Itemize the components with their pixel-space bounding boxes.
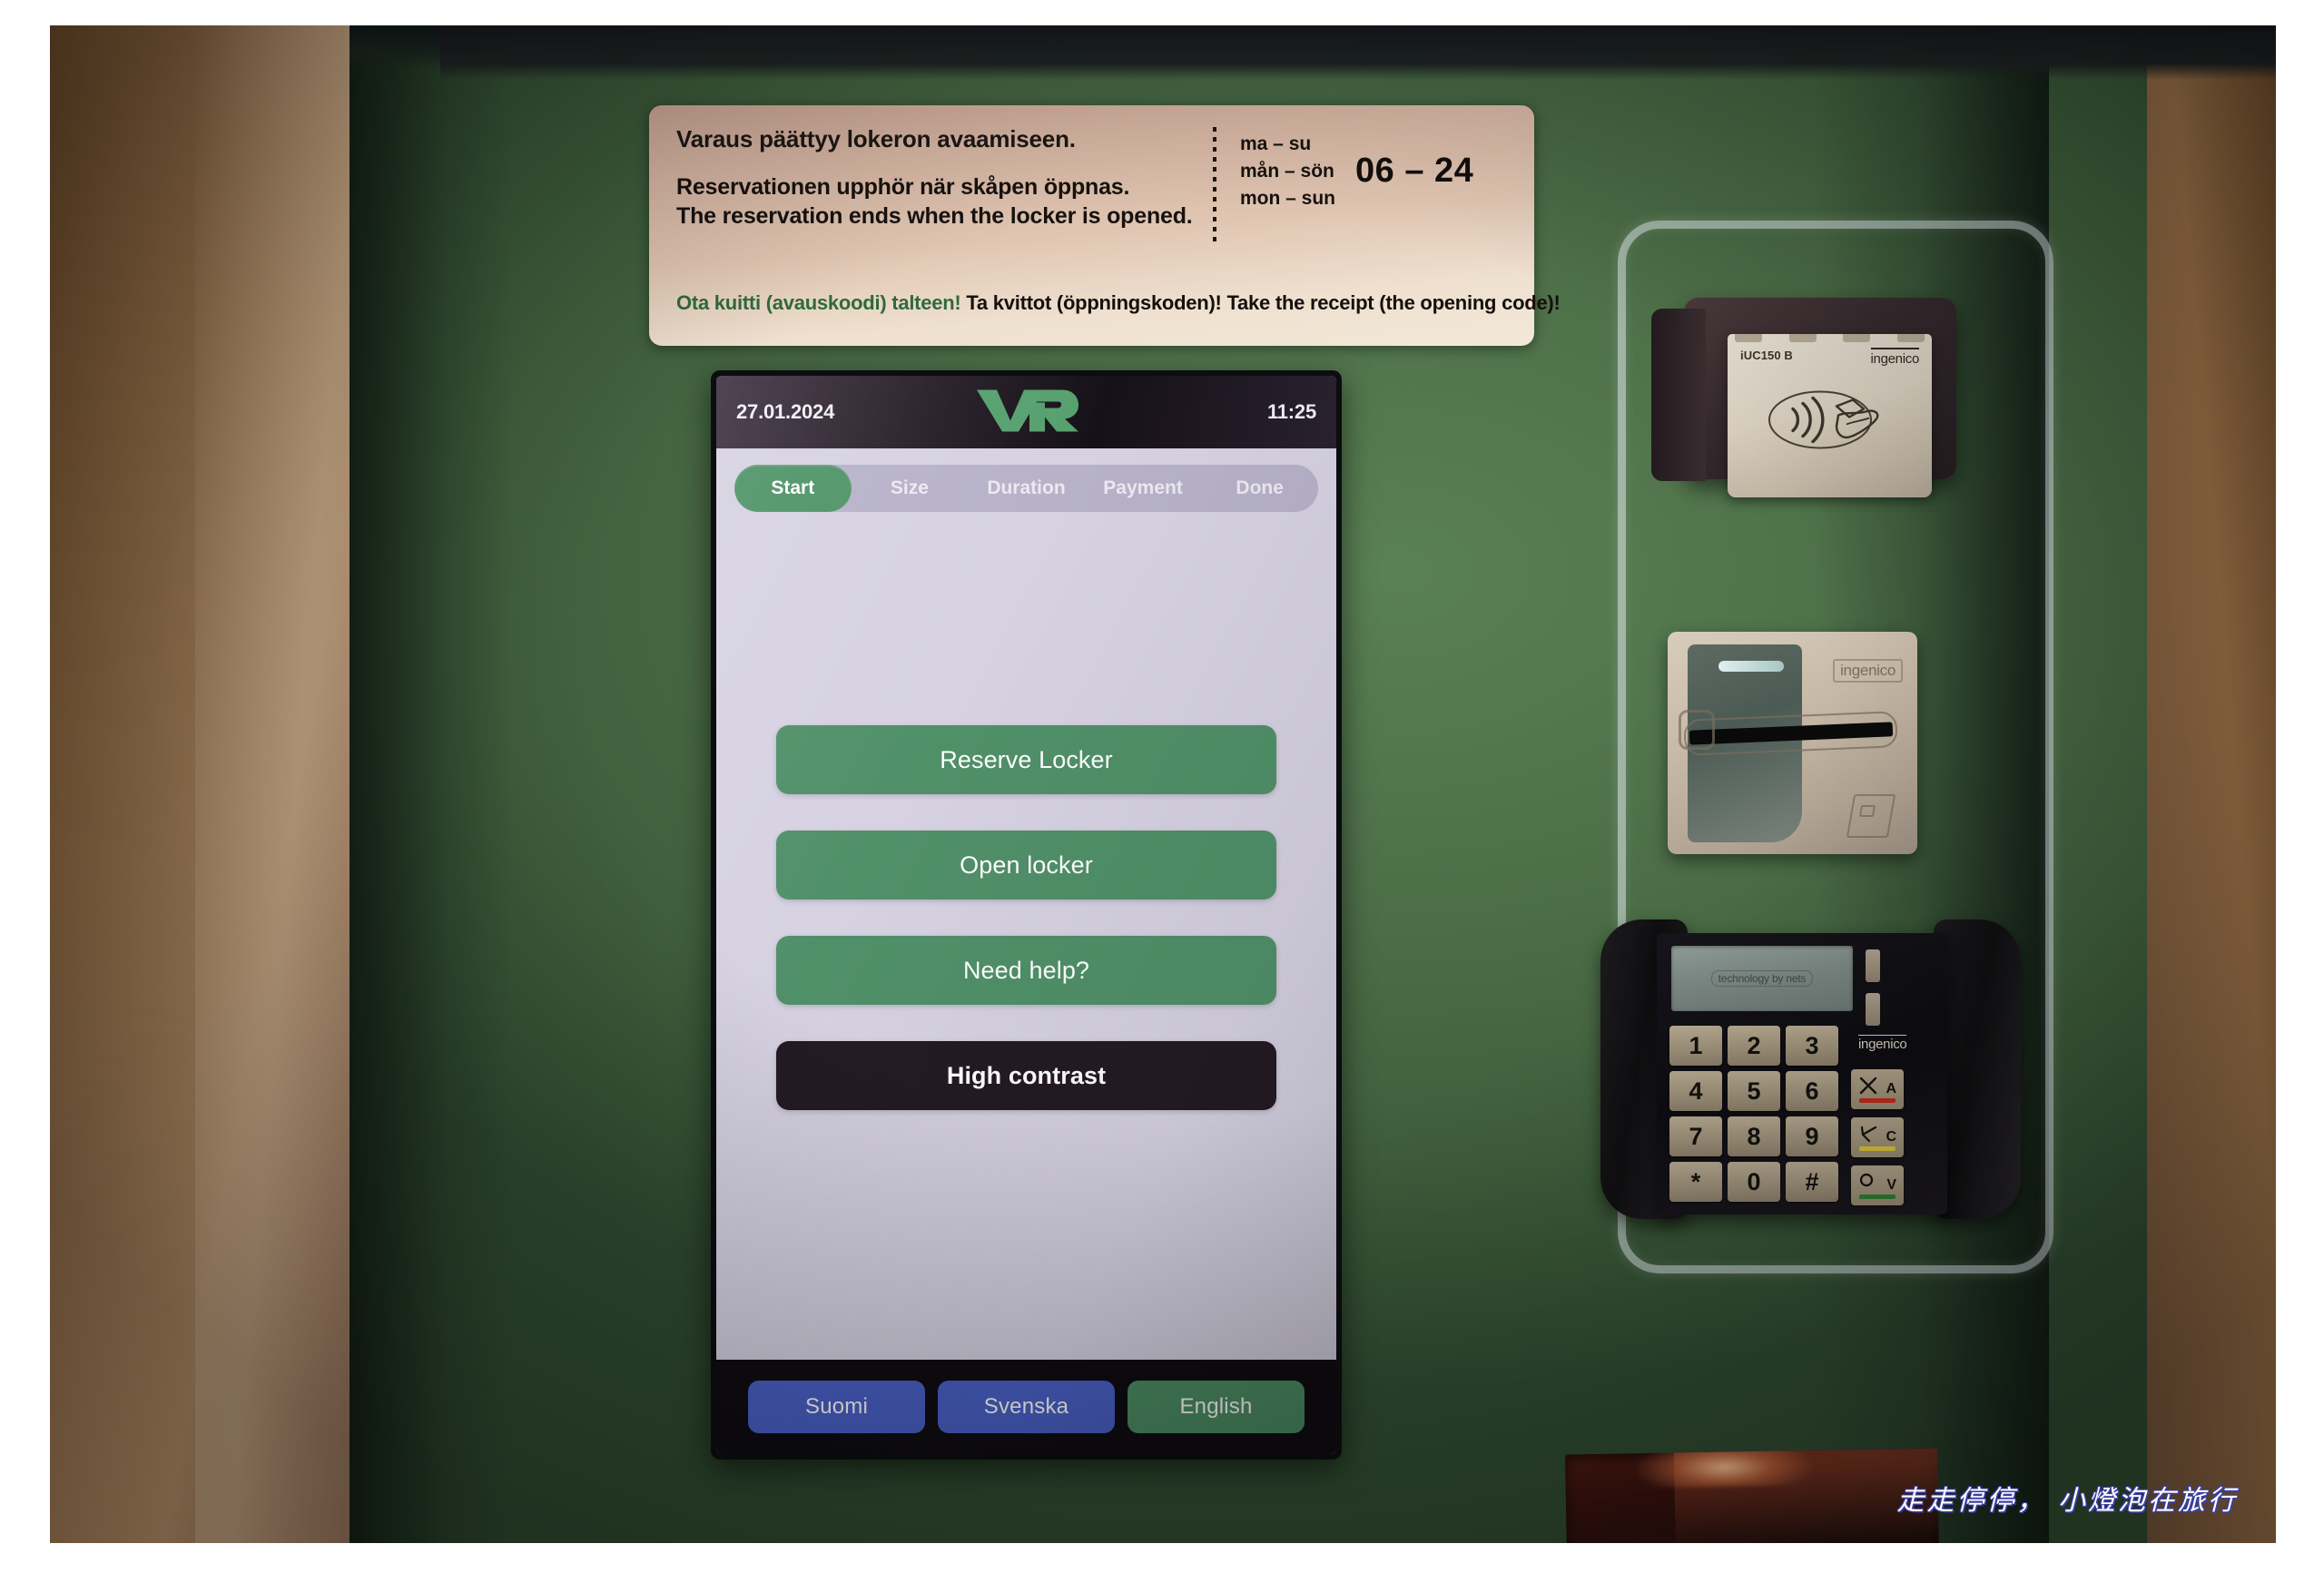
opening-hours-value: 06 – 24 xyxy=(1355,152,1474,191)
sign-dotted-divider xyxy=(1213,127,1216,243)
reader-model-label: iUC150 B xyxy=(1740,349,1793,362)
card-slot-brand-label: ingenico xyxy=(1833,659,1903,683)
opening-days: ma – su mån – sön mon – sun xyxy=(1240,131,1335,211)
contactless-reader[interactable]: iUC150 B ingenico xyxy=(1728,334,1932,497)
step-indicator: Start Size Duration Payment Done xyxy=(734,465,1318,512)
need-help-button[interactable]: Need help? xyxy=(776,936,1276,1005)
reader-tab xyxy=(1735,334,1762,342)
card-reader-slot[interactable]: ingenico xyxy=(1668,632,1917,854)
pinpad-brand-label: ingenico xyxy=(1858,1035,1907,1052)
language-button-svenska[interactable]: Svenska xyxy=(938,1381,1115,1433)
pinpad-side-keys[interactable] xyxy=(1866,949,1880,1026)
step-size[interactable]: Size xyxy=(852,465,969,512)
reserve-locker-button[interactable]: Reserve Locker xyxy=(776,725,1276,794)
pinpad-display-text: technology by nets xyxy=(1710,970,1814,987)
correct-key-color-bar xyxy=(1859,1146,1896,1151)
receipt-reminder-sv-en: Ta kvittot (öppningskoden)! Take the rec… xyxy=(966,291,1561,314)
cancel-x-icon xyxy=(1858,1076,1878,1096)
language-selector: Suomi Svenska English xyxy=(716,1360,1336,1454)
sign-line-finnish: Varaus päättyy lokeron avaamiseen. xyxy=(676,125,1076,152)
pinpad-key-2[interactable]: 2 xyxy=(1728,1026,1780,1066)
pinpad-key-5[interactable]: 5 xyxy=(1728,1071,1780,1111)
step-start[interactable]: Start xyxy=(734,465,852,512)
pin-pad-terminal[interactable]: technology by nets ingenico 1 2 3 4 5 6 … xyxy=(1657,933,1947,1214)
sign-line-english: The reservation ends when the locker is … xyxy=(676,202,1193,229)
header-date: 27.01.2024 xyxy=(736,400,835,423)
photograph: Varaus päättyy lokeron avaamiseen. Reser… xyxy=(50,25,2276,1543)
cancel-key-color-bar xyxy=(1859,1098,1896,1103)
card-slot-highlight xyxy=(1718,661,1784,672)
high-contrast-button[interactable]: High contrast xyxy=(776,1041,1276,1110)
kiosk-left-shading xyxy=(350,25,513,1543)
language-button-suomi[interactable]: Suomi xyxy=(748,1381,925,1433)
pinpad-key-0[interactable]: 0 xyxy=(1728,1162,1780,1202)
step-payment[interactable]: Payment xyxy=(1085,465,1202,512)
photo-frame: Varaus päättyy lokeron avaamiseen. Reser… xyxy=(0,0,2324,1583)
information-sign: Varaus päättyy lokeron avaamiseen. Reser… xyxy=(649,105,1561,346)
opening-light-reflection xyxy=(1637,1448,1811,1489)
enter-circle-icon xyxy=(1858,1172,1878,1192)
screen-header: 27.01.2024 11:25 xyxy=(716,376,1336,448)
pinpad-key-4[interactable]: 4 xyxy=(1669,1071,1722,1111)
sign-top-row: Varaus päättyy lokeron avaamiseen. Reser… xyxy=(676,125,1507,243)
card-slot-hook-detail xyxy=(1679,710,1715,750)
touchscreen-bezel: 27.01.2024 11:25 Start Size Duration Pay… xyxy=(711,370,1342,1460)
photo-watermark: 走走停停， 小燈泡在旅行 xyxy=(1896,1485,2238,1517)
receipt-reminder: Ota kuitti (avauskoodi) talteen! Ta kvit… xyxy=(676,291,1561,315)
pinpad-key-1[interactable]: 1 xyxy=(1669,1026,1722,1066)
ceiling-shadow xyxy=(440,25,2276,80)
pinpad-key-hash[interactable]: # xyxy=(1786,1162,1838,1202)
days-finnish: ma – su xyxy=(1240,133,1312,154)
pinpad-side-key-bottom[interactable] xyxy=(1866,993,1880,1026)
insert-card-icon xyxy=(1846,794,1896,838)
pinpad-cancel-key[interactable]: A xyxy=(1851,1069,1904,1109)
receipt-dispenser-opening xyxy=(1564,1448,1940,1543)
reader-tab xyxy=(1788,334,1817,342)
pinpad-key-6[interactable]: 6 xyxy=(1786,1071,1838,1111)
reader-tab xyxy=(1896,334,1925,342)
days-swedish: mån – sön xyxy=(1240,160,1334,182)
touchscreen[interactable]: 27.01.2024 11:25 Start Size Duration Pay… xyxy=(716,376,1336,1454)
pinpad-enter-key[interactable]: V xyxy=(1851,1165,1904,1205)
pinpad-key-7[interactable]: 7 xyxy=(1669,1116,1722,1156)
pinpad-function-keys: A C V xyxy=(1851,1069,1904,1205)
pinpad-key-8[interactable]: 8 xyxy=(1728,1116,1780,1156)
days-english: mon – sun xyxy=(1240,187,1336,209)
pinpad-key-3[interactable]: 3 xyxy=(1786,1026,1838,1066)
pinpad-correct-key[interactable]: C xyxy=(1851,1117,1904,1157)
pinpad-side-key-top[interactable] xyxy=(1866,949,1880,982)
main-action-list: Reserve Locker Open locker Need help? Hi… xyxy=(716,476,1336,1360)
reader-tab xyxy=(1843,334,1871,342)
language-button-english[interactable]: English xyxy=(1128,1381,1305,1433)
correct-key-letter: C xyxy=(1886,1129,1896,1145)
pinpad-number-keys: 1 2 3 4 5 6 7 8 9 * 0 # xyxy=(1669,1026,1838,1202)
open-locker-button[interactable]: Open locker xyxy=(776,831,1276,900)
sign-text-block: Varaus päättyy lokeron avaamiseen. Reser… xyxy=(676,125,1207,231)
reader-tabs xyxy=(1735,334,1925,342)
enter-key-color-bar xyxy=(1859,1195,1896,1199)
cancel-key-letter: A xyxy=(1886,1081,1896,1096)
step-duration[interactable]: Duration xyxy=(968,465,1085,512)
pinpad-key-star[interactable]: * xyxy=(1669,1162,1722,1202)
header-time: 11:25 xyxy=(1266,400,1316,423)
opening-hours-block: ma – su mån – sön mon – sun 06 – 24 xyxy=(1240,125,1473,211)
step-indicator-wrapper: Start Size Duration Payment Done xyxy=(716,448,1336,512)
contactless-payment-icon xyxy=(1762,385,1898,460)
enter-key-letter: V xyxy=(1886,1177,1896,1193)
pinpad-key-9[interactable]: 9 xyxy=(1786,1116,1838,1156)
reader-brand-label: ingenico xyxy=(1870,348,1919,367)
backspace-arrow-icon xyxy=(1858,1124,1878,1144)
sign-line-swedish: Reservationen upphör när skåpen öppnas. xyxy=(676,174,1130,200)
pinpad-display: technology by nets xyxy=(1671,946,1853,1011)
vr-logo xyxy=(973,387,1080,438)
step-done[interactable]: Done xyxy=(1201,465,1318,512)
receipt-reminder-finnish: Ota kuitti (avauskoodi) talteen! xyxy=(676,291,961,314)
